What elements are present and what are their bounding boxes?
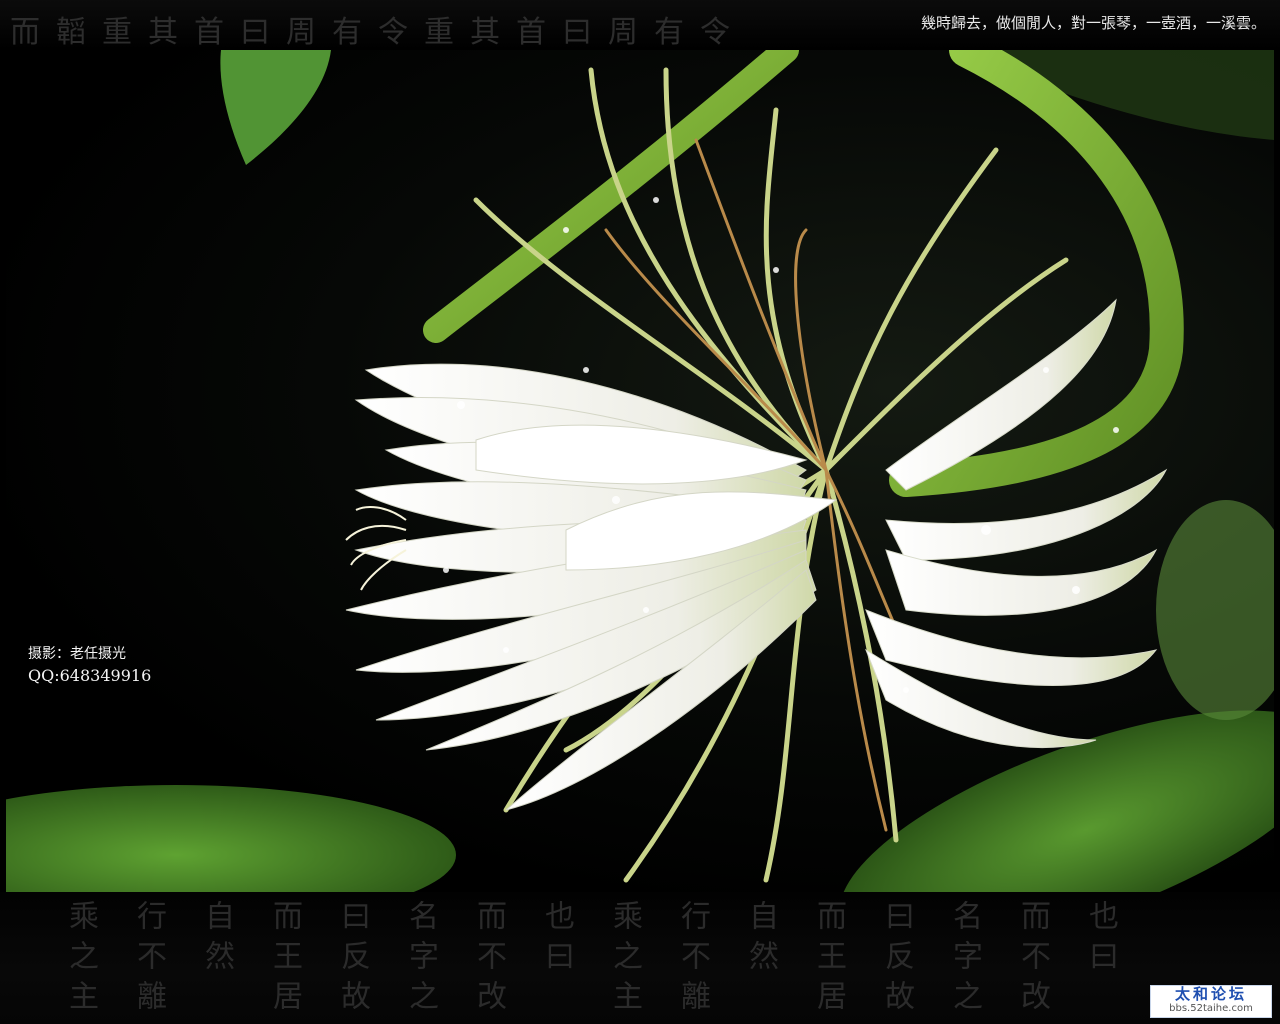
leaf-right-mid (1156, 500, 1274, 720)
leaf-bottom-left (6, 785, 456, 892)
calligraphy-column: 也曰 (539, 900, 574, 980)
leaf-top-left (220, 50, 331, 165)
flower-illustration (6, 50, 1274, 892)
calligraphy-column: 行不離 (131, 900, 166, 1020)
calligraphy-column: 而不改 (471, 900, 506, 1020)
back-petals (864, 298, 1168, 749)
calligraphy-column: 曰反故 (335, 900, 370, 1020)
flower-photo (6, 50, 1274, 892)
calligraphy-column: 而王居 (811, 900, 846, 1020)
calligraphy-column: 而不改 (1015, 900, 1050, 1020)
photo-credit: 摄影：老任摄光 QQ:648349916 (28, 644, 151, 686)
calligraphy-column: 自然 (199, 900, 234, 980)
photographer-name: 摄影：老任摄光 (28, 646, 126, 662)
forum-url: bbs.52taihe.com (1169, 1003, 1253, 1014)
forum-brand: 太和论坛 (1174, 985, 1247, 1003)
calligraphy-column: 行不離 (675, 900, 710, 1020)
calligraphy-column: 而王居 (267, 900, 302, 1020)
flower-tube (889, 50, 1184, 497)
background-calligraphy-top: 而韜重其首曰周有令重其首曰周有令 (10, 15, 746, 50)
front-petals (345, 363, 838, 811)
photographer-qq: QQ:648349916 (28, 666, 152, 685)
calligraphy-column: 乘之主 (63, 900, 98, 1020)
background-calligraphy-bottom: 乘之主 行不離 自然 而王居 曰反故 名字之 而不改 也曰 乘之主 行不離 自然… (60, 900, 1260, 1020)
calligraphy-column: 名字之 (403, 900, 438, 1020)
forum-watermark-logo[interactable]: 太和论坛 bbs.52taihe.com (1150, 985, 1272, 1018)
calligraphy-column: 乘之主 (607, 900, 642, 1020)
main-stem (423, 50, 799, 343)
calligraphy-column: 也曰 (1083, 900, 1118, 980)
calligraphy-column: 名字之 (947, 900, 982, 1020)
poem-text: 幾時歸去，做個閒人，對一張琴，一壺酒，一溪雲。 (920, 14, 1266, 32)
calligraphy-column: 曰反故 (879, 900, 914, 1020)
calligraphy-column: 自然 (743, 900, 778, 980)
